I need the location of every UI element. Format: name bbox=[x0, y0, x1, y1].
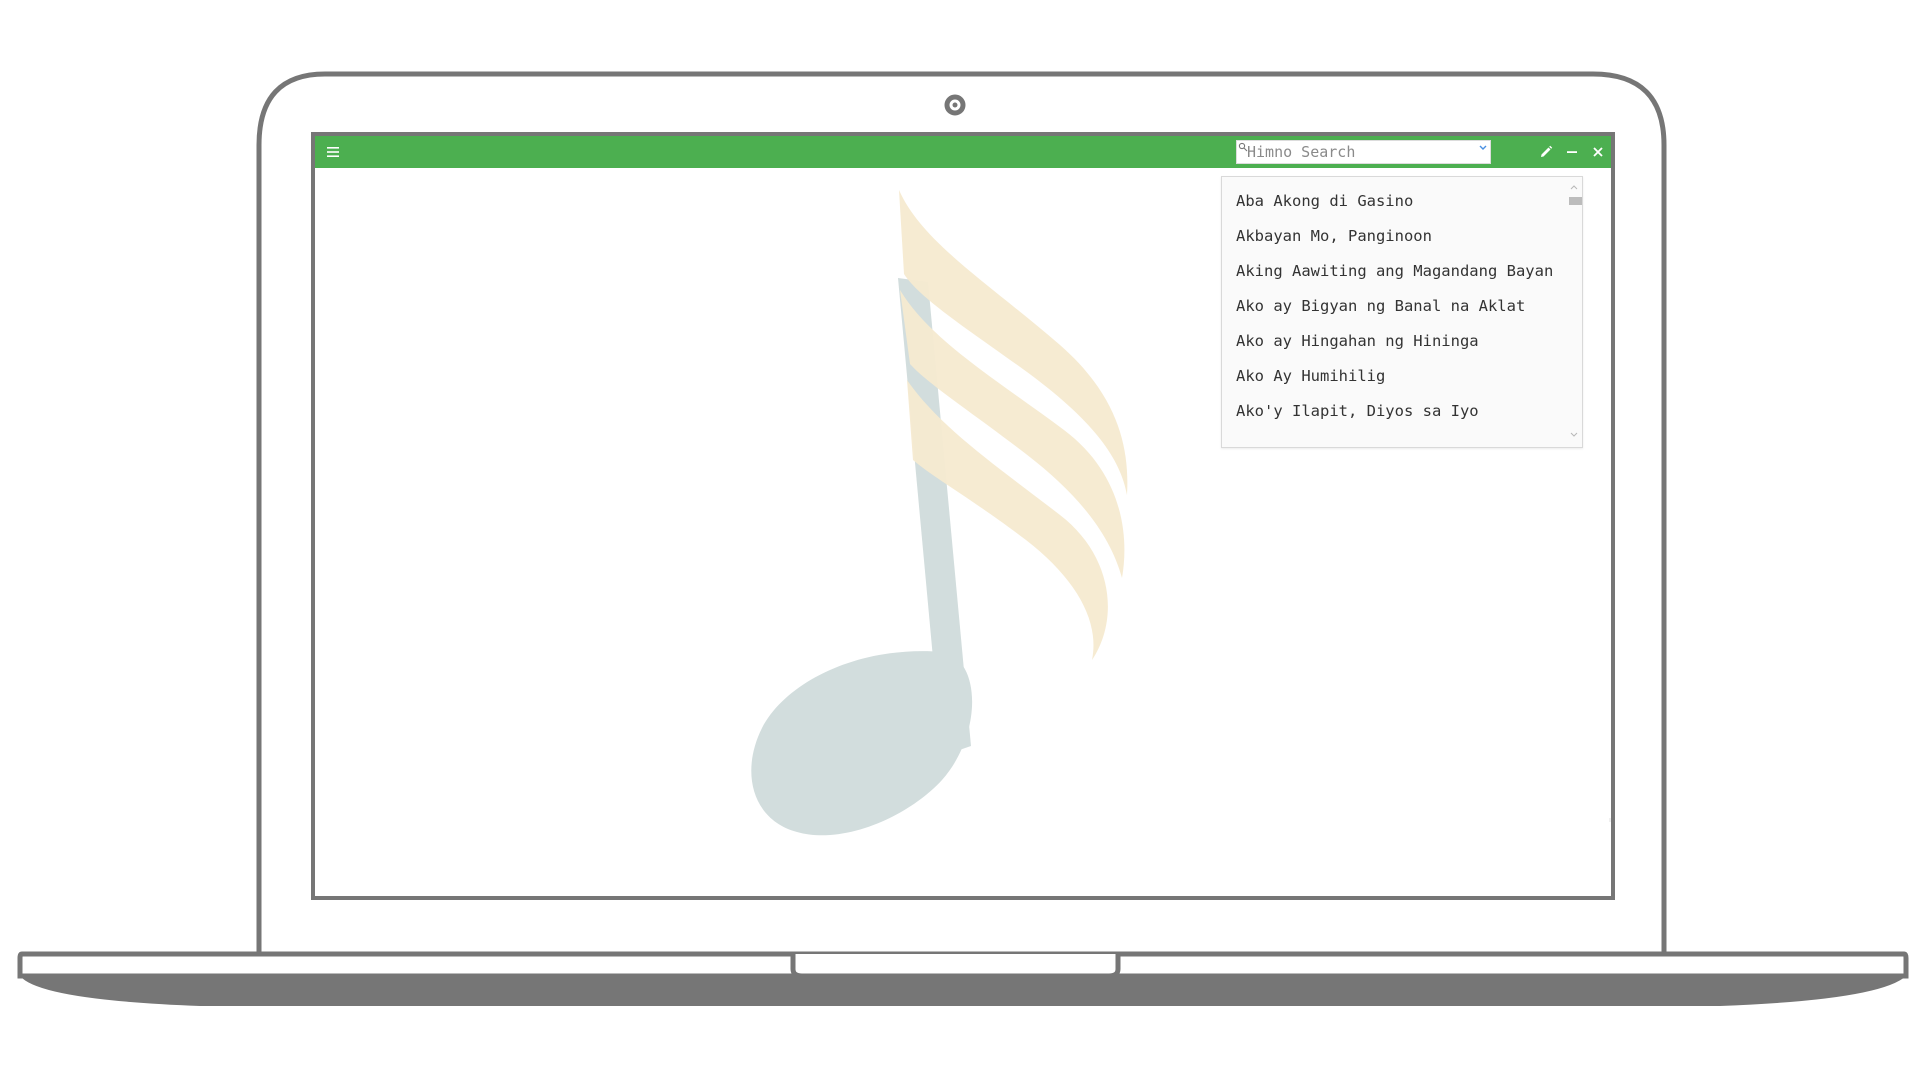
search-box[interactable] bbox=[1236, 140, 1491, 164]
song-list: Aba Akong di Gasino Akbayan Mo, Panginoo… bbox=[1222, 184, 1566, 429]
menu-icon bbox=[327, 147, 339, 157]
song-item[interactable]: Akbayan Mo, Panginoon bbox=[1222, 219, 1566, 254]
chevron-down-icon[interactable] bbox=[1479, 145, 1487, 151]
song-item[interactable]: Ako Ay Humihilig bbox=[1222, 359, 1566, 394]
search-input[interactable] bbox=[1247, 142, 1475, 162]
stage: Aba Akong di Gasino Akbayan Mo, Panginoo… bbox=[0, 0, 1920, 1080]
song-item[interactable]: Ako ay Bigyan ng Banal na Aklat bbox=[1222, 289, 1566, 324]
song-item[interactable]: Aba Akong di Gasino bbox=[1222, 184, 1566, 219]
scroll-down-icon[interactable] bbox=[1569, 429, 1579, 439]
close-icon bbox=[1593, 147, 1603, 157]
menu-button[interactable] bbox=[323, 142, 343, 162]
scroll-up-icon[interactable] bbox=[1569, 183, 1579, 193]
app-screen: Aba Akong di Gasino Akbayan Mo, Panginoo… bbox=[315, 136, 1611, 896]
music-note-icon bbox=[751, 190, 1128, 836]
app-header bbox=[315, 136, 1611, 168]
song-list-scrollbar[interactable] bbox=[1566, 177, 1582, 447]
song-item[interactable]: Ako'y Ilapit, Diyos sa Iyo bbox=[1222, 394, 1566, 429]
resize-handle[interactable] bbox=[1609, 818, 1611, 822]
minimize-button[interactable] bbox=[1563, 143, 1581, 161]
edit-button[interactable] bbox=[1537, 143, 1555, 161]
pencil-icon bbox=[1541, 145, 1553, 157]
song-item[interactable]: Aking Aawiting ang Magandang Bayan bbox=[1222, 254, 1566, 289]
minimize-icon bbox=[1567, 151, 1577, 153]
song-dropdown-list[interactable]: Aba Akong di Gasino Akbayan Mo, Panginoo… bbox=[1221, 176, 1583, 448]
close-button[interactable] bbox=[1589, 143, 1607, 161]
scroll-thumb[interactable] bbox=[1569, 197, 1582, 205]
window-controls bbox=[1537, 136, 1607, 168]
song-item[interactable]: Ako ay Hingahan ng Hininga bbox=[1222, 324, 1566, 359]
